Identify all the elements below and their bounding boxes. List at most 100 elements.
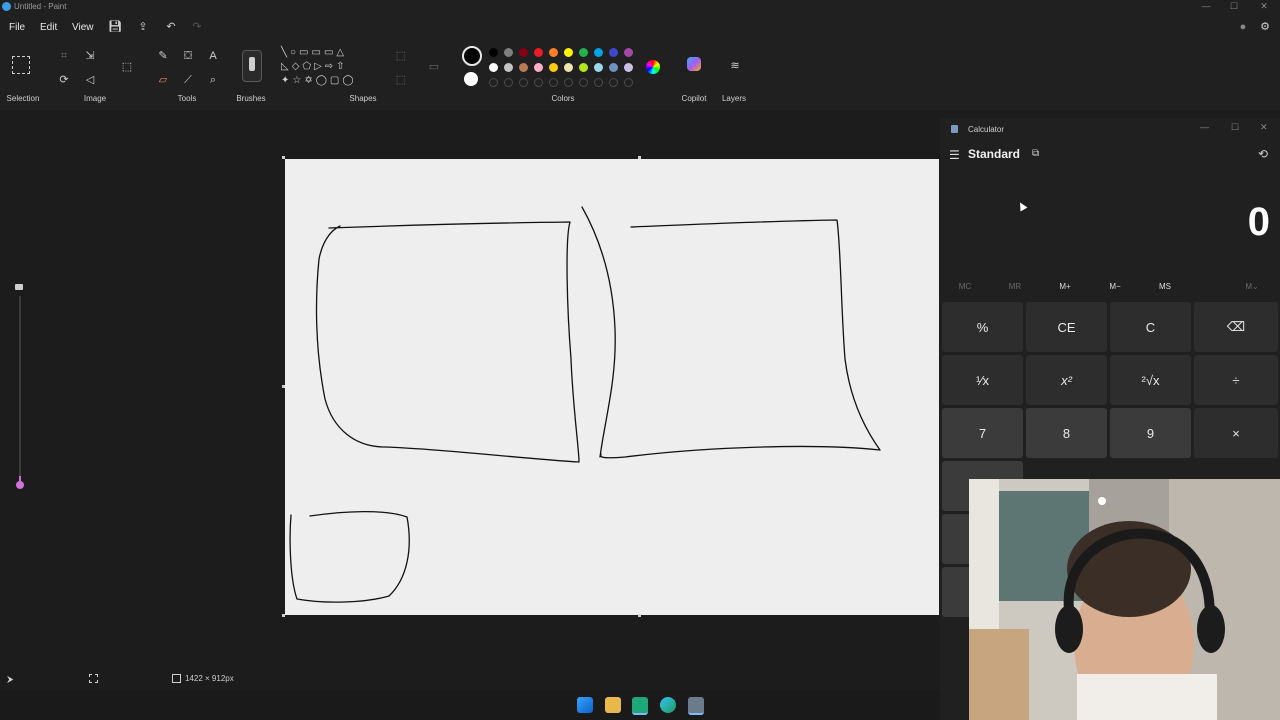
image-tools-icon[interactable]: ⬚	[119, 60, 135, 74]
memory-store-button[interactable]: MS	[1145, 282, 1185, 291]
share-icon[interactable]: ⇪	[136, 20, 150, 34]
navigation-menu-icon[interactable]: ☰	[949, 148, 960, 162]
memory-subtract-button[interactable]: M−	[1095, 282, 1135, 291]
color-swatch[interactable]	[519, 63, 528, 72]
fill-bucket-icon[interactable]: ⛋	[180, 49, 196, 63]
edge-browser-icon[interactable]	[660, 697, 676, 713]
keep-on-top-icon[interactable]: ⧉	[1032, 148, 1039, 159]
custom-color-slot[interactable]	[624, 78, 633, 87]
color-swatch[interactable]	[489, 63, 498, 72]
custom-color-slot[interactable]	[579, 78, 588, 87]
percent-button[interactable]: %	[942, 302, 1023, 352]
shape-fill-icon[interactable]: ⬚	[393, 73, 409, 87]
color-swatch[interactable]	[594, 63, 603, 72]
custom-color-slot[interactable]	[609, 78, 618, 87]
layers-icon[interactable]: ≋	[727, 59, 743, 73]
color-swatch[interactable]	[609, 63, 618, 72]
maximize-icon[interactable]: ☐	[1220, 1, 1248, 12]
redo-icon[interactable]: ↷	[190, 20, 204, 34]
reciprocal-button[interactable]: ¹⁄x	[942, 355, 1023, 405]
shape-outline-icon[interactable]: ⬚	[393, 49, 409, 63]
color-swatch[interactable]	[624, 63, 633, 72]
shapes-gallery[interactable]: ╲○▭▭▭△ ◺◇⬠▷⇨⇧ ✦☆✡◯▢◯	[281, 46, 381, 92]
custom-color-slot[interactable]	[594, 78, 603, 87]
canvas-resize-handle[interactable]	[282, 614, 285, 617]
selection-rectangle-icon[interactable]	[12, 56, 30, 74]
memory-list-button[interactable]: M⌄	[1232, 282, 1272, 291]
custom-color-slot[interactable]	[564, 78, 573, 87]
drawing-canvas[interactable]	[285, 159, 939, 615]
digit-9-button[interactable]: 9	[1110, 408, 1191, 458]
custom-color-slot[interactable]	[519, 78, 528, 87]
history-icon[interactable]: ⟲	[1258, 147, 1268, 161]
magnifier-icon[interactable]: ⌕	[205, 73, 221, 87]
zoom-slider-track[interactable]	[19, 296, 21, 486]
zoom-slider-thumb[interactable]	[16, 481, 24, 489]
color-picker-icon[interactable]: ⟋	[180, 73, 196, 87]
color-swatch[interactable]	[534, 48, 543, 57]
calc-minimize-icon[interactable]: —	[1200, 122, 1209, 132]
text-tool-icon[interactable]: A	[205, 49, 221, 63]
custom-color-slot[interactable]	[504, 78, 513, 87]
shape-options-icon[interactable]: ▭	[426, 60, 442, 74]
account-icon[interactable]: ●	[1236, 20, 1250, 34]
color-swatch[interactable]	[624, 48, 633, 57]
calculator-taskbar-icon[interactable]	[688, 697, 704, 715]
close-icon[interactable]: ✕	[1250, 1, 1278, 12]
digit-8-button[interactable]: 8	[1026, 408, 1107, 458]
color-swatch[interactable]	[549, 48, 558, 57]
pencil-icon[interactable]: ✎	[155, 49, 171, 63]
color-swatch[interactable]	[504, 48, 513, 57]
undo-icon[interactable]: ↶	[164, 20, 178, 34]
secondary-color-swatch[interactable]	[464, 72, 478, 86]
color-swatch[interactable]	[534, 63, 543, 72]
rotate-icon[interactable]: ⟳	[56, 73, 72, 87]
color-swatch[interactable]	[609, 48, 618, 57]
custom-color-slot[interactable]	[534, 78, 543, 87]
edit-colors-icon[interactable]	[646, 60, 660, 74]
square-root-button[interactable]: ²√x	[1110, 355, 1191, 405]
color-swatch[interactable]	[519, 48, 528, 57]
memory-add-button[interactable]: M+	[1045, 282, 1085, 291]
divide-button[interactable]: ÷	[1194, 355, 1278, 405]
color-swatch[interactable]	[504, 63, 513, 72]
calc-close-icon[interactable]: ✕	[1260, 122, 1268, 133]
terminal-app-icon[interactable]	[632, 697, 648, 715]
canvas-resize-handle[interactable]	[638, 614, 641, 617]
menu-view[interactable]: View	[72, 22, 94, 33]
color-swatch[interactable]	[579, 48, 588, 57]
eraser-icon[interactable]: ▱	[155, 73, 171, 87]
minimize-icon[interactable]: —	[1192, 1, 1220, 11]
brush-icon[interactable]	[242, 50, 262, 82]
digit-7-button[interactable]: 7	[942, 408, 1023, 458]
canvas-resize-handle[interactable]	[282, 156, 285, 159]
resize-icon[interactable]: ⇲	[82, 49, 98, 63]
color-swatch[interactable]	[489, 48, 498, 57]
canvas-resize-handle[interactable]	[282, 385, 285, 388]
color-swatch[interactable]	[579, 63, 588, 72]
memory-recall-button[interactable]: MR	[995, 282, 1035, 291]
custom-color-slot[interactable]	[489, 78, 498, 87]
square-button[interactable]: x²	[1026, 355, 1107, 405]
save-icon[interactable]: 💾︎	[108, 20, 122, 34]
color-swatch[interactable]	[564, 48, 573, 57]
canvas-resize-handle[interactable]	[638, 156, 641, 159]
menu-file[interactable]: File	[9, 22, 25, 33]
file-explorer-icon[interactable]	[605, 697, 621, 713]
start-windows-icon[interactable]	[577, 697, 593, 713]
backspace-button[interactable]: ⌫	[1194, 302, 1278, 352]
copilot-icon[interactable]	[687, 57, 701, 71]
color-swatch[interactable]	[549, 63, 558, 72]
multiply-button[interactable]: ×	[1194, 408, 1278, 458]
flip-icon[interactable]: ◁	[82, 73, 98, 87]
clear-entry-button[interactable]: CE	[1026, 302, 1107, 352]
custom-color-slot[interactable]	[549, 78, 558, 87]
color-swatch[interactable]	[564, 63, 573, 72]
primary-color-swatch[interactable]	[462, 46, 482, 66]
memory-clear-button[interactable]: MC	[945, 282, 985, 291]
clear-button[interactable]: C	[1110, 302, 1191, 352]
calc-maximize-icon[interactable]: ☐	[1231, 122, 1239, 133]
menu-edit[interactable]: Edit	[40, 22, 57, 33]
crop-icon[interactable]: ⌗	[56, 49, 72, 63]
settings-gear-icon[interactable]: ⚙	[1258, 20, 1272, 34]
